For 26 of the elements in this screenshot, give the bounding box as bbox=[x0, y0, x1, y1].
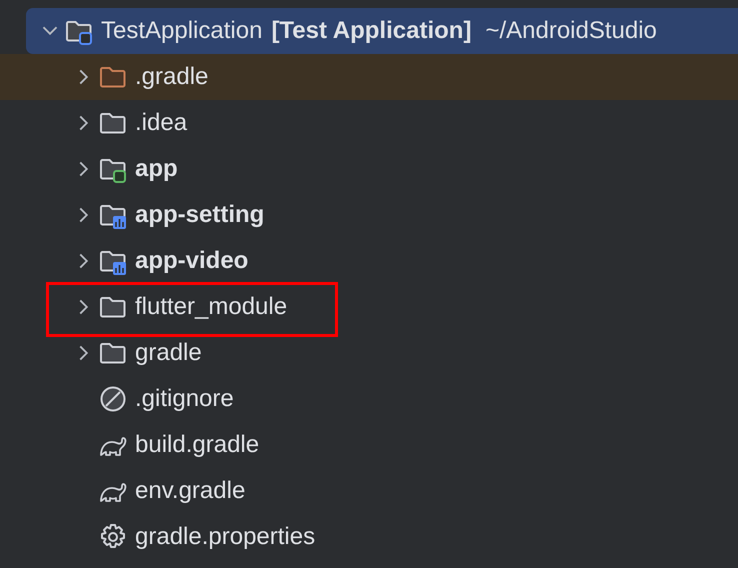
tree-row[interactable]: app bbox=[0, 146, 738, 192]
module-label: [Test Application] bbox=[271, 16, 472, 46]
file-name: .idea bbox=[135, 108, 188, 138]
project-path: ~/AndroidStudio bbox=[485, 16, 657, 46]
file-name: build.gradle bbox=[135, 430, 260, 460]
file-name: gradle bbox=[135, 338, 202, 368]
tree-row[interactable]: flutter_module bbox=[0, 284, 738, 330]
tree-row[interactable]: .gitignore bbox=[0, 376, 738, 422]
file-name: app-setting bbox=[135, 200, 264, 230]
tree-row[interactable]: .gradle bbox=[0, 54, 738, 100]
file-name: .gitignore bbox=[135, 384, 234, 414]
tree-row[interactable]: env.gradle bbox=[0, 468, 738, 514]
tree-row[interactable]: gradle.properties bbox=[0, 514, 738, 560]
file-name: app bbox=[135, 154, 178, 184]
tree-row-selected[interactable]: TestApplication [Test Application] ~/AndroidStudio bbox=[26, 8, 738, 54]
tree-row[interactable]: build.gradle bbox=[0, 422, 738, 468]
file-name: env.gradle bbox=[135, 476, 246, 506]
tree-row[interactable]: .idea bbox=[0, 100, 738, 146]
tree-row[interactable]: gradle bbox=[0, 330, 738, 376]
tree-row[interactable]: app-setting bbox=[0, 192, 738, 238]
tree-row[interactable]: app-video bbox=[0, 238, 738, 284]
file-name: .gradle bbox=[135, 62, 208, 92]
file-name: gradle.properties bbox=[135, 522, 316, 552]
file-name: app-video bbox=[135, 246, 248, 276]
file-name: TestApplication bbox=[101, 16, 262, 46]
file-name: flutter_module bbox=[135, 292, 288, 322]
